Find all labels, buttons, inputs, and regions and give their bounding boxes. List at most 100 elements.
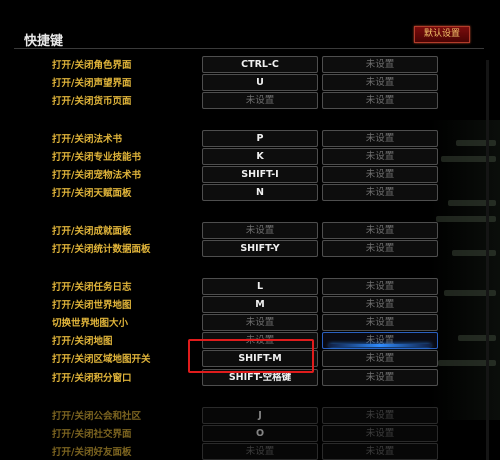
primary-key-button[interactable]: SHIFT-Y: [202, 240, 318, 257]
binding-label: 打开/关闭专业技能书: [52, 152, 141, 163]
key-text: 未设置: [365, 428, 395, 439]
title-divider: [14, 48, 484, 49]
key-text: SHIFT-I: [241, 169, 279, 180]
key-text: SHIFT-Y: [240, 243, 280, 254]
secondary-key-button[interactable]: 未设置: [322, 184, 438, 201]
binding-label: 打开/关闭好友面板: [52, 447, 132, 458]
secondary-key-button[interactable]: 未设置: [322, 240, 438, 257]
key-text: 未设置: [365, 410, 395, 421]
primary-key-button[interactable]: J: [202, 407, 318, 424]
primary-key-button[interactable]: 未设置: [202, 92, 318, 109]
binding-row: 打开/关闭天赋面板 N 未设置: [0, 184, 500, 201]
primary-key-button[interactable]: N: [202, 184, 318, 201]
key-text: SHIFT-空格键: [228, 372, 292, 383]
secondary-key-button[interactable]: 未设置: [322, 407, 438, 424]
primary-key-button[interactable]: 未设置: [202, 222, 318, 239]
binding-label: 打开/关闭成就面板: [52, 226, 132, 237]
primary-key-button[interactable]: U: [202, 74, 318, 91]
primary-key-button[interactable]: CTRL-C: [202, 56, 318, 73]
secondary-key-button[interactable]: 未设置: [322, 443, 438, 460]
key-text: K: [256, 151, 264, 162]
secondary-key-button[interactable]: 未设置: [322, 92, 438, 109]
key-text: U: [256, 77, 264, 88]
binding-label: 打开/关闭区域地图开关: [52, 354, 151, 365]
key-text: 未设置: [245, 95, 275, 106]
key-text: N: [256, 187, 264, 198]
primary-key-button[interactable]: O: [202, 425, 318, 442]
primary-key-button[interactable]: P: [202, 130, 318, 147]
secondary-key-button[interactable]: 未设置: [322, 130, 438, 147]
primary-key-button[interactable]: 未设置: [202, 443, 318, 460]
primary-key-button[interactable]: SHIFT-I: [202, 166, 318, 183]
binding-row: 切换世界地图大小 未设置 未设置: [0, 314, 500, 331]
secondary-key-button[interactable]: 未设置: [322, 166, 438, 183]
binding-label: 打开/关闭地图: [52, 336, 113, 347]
binding-label: 打开/关闭角色界面: [52, 60, 132, 71]
key-text: 未设置: [365, 187, 395, 198]
binding-row: 打开/关闭社交界面 O 未设置: [0, 425, 500, 442]
key-text: O: [255, 428, 265, 439]
key-text: 未设置: [245, 446, 275, 457]
binding-row: 打开/关闭声望界面 U 未设置: [0, 74, 500, 91]
primary-key-button[interactable]: M: [202, 296, 318, 313]
key-text: CTRL-C: [241, 59, 279, 70]
primary-key-button[interactable]: L: [202, 278, 318, 295]
key-text: J: [258, 410, 262, 421]
key-text: 未设置: [365, 372, 395, 383]
binding-label: 切换世界地图大小: [52, 318, 129, 329]
binding-label: 打开/关闭法术书: [52, 134, 122, 145]
secondary-key-button[interactable]: 未设置: [322, 369, 438, 386]
binding-label: 打开/关闭货币页面: [52, 96, 132, 107]
key-text: P: [256, 133, 264, 144]
key-text: 未设置: [365, 77, 395, 88]
key-text: 未设置: [365, 353, 395, 364]
key-text: 未设置: [365, 446, 395, 457]
binding-label: 打开/关闭积分窗口: [52, 373, 132, 384]
binding-row: 打开/关闭任务日志 L 未设置: [0, 278, 500, 295]
secondary-key-button[interactable]: 未设置: [322, 314, 438, 331]
binding-row: 打开/关闭成就面板 未设置 未设置: [0, 222, 500, 239]
scrollbar[interactable]: [486, 60, 489, 460]
secondary-key-button[interactable]: 未设置: [322, 74, 438, 91]
annotation-highlight-box: [188, 339, 314, 373]
selection-indicator: [329, 344, 431, 347]
binding-label: 打开/关闭天赋面板: [52, 188, 132, 199]
secondary-key-button[interactable]: 未设置: [322, 332, 438, 349]
binding-label: 打开/关闭社交界面: [52, 429, 132, 440]
key-text: M: [255, 299, 265, 310]
key-text: 未设置: [245, 317, 275, 328]
secondary-key-button[interactable]: 未设置: [322, 56, 438, 73]
key-text: 未设置: [365, 59, 395, 70]
secondary-key-button[interactable]: 未设置: [322, 425, 438, 442]
binding-label: 打开/关闭宠物法术书: [52, 170, 141, 181]
primary-key-button[interactable]: K: [202, 148, 318, 165]
secondary-key-button[interactable]: 未设置: [322, 222, 438, 239]
key-text: 未设置: [365, 281, 395, 292]
binding-label: 打开/关闭任务日志: [52, 282, 132, 293]
secondary-key-button[interactable]: 未设置: [322, 350, 438, 367]
secondary-key-button[interactable]: 未设置: [322, 148, 438, 165]
key-text: 未设置: [245, 225, 275, 236]
panel-title: 快捷键: [24, 34, 64, 49]
primary-key-button[interactable]: 未设置: [202, 314, 318, 331]
key-text: 未设置: [365, 299, 395, 310]
key-text: 未设置: [365, 95, 395, 106]
binding-row: 打开/关闭宠物法术书 SHIFT-I 未设置: [0, 166, 500, 183]
key-text: 未设置: [365, 243, 395, 254]
secondary-key-button[interactable]: 未设置: [322, 278, 438, 295]
key-text: 未设置: [365, 317, 395, 328]
secondary-key-button[interactable]: 未设置: [322, 296, 438, 313]
binding-row: 打开/关闭世界地图 M 未设置: [0, 296, 500, 313]
binding-row: 打开/关闭货币页面 未设置 未设置: [0, 92, 500, 109]
binding-row: 打开/关闭法术书 P 未设置: [0, 130, 500, 147]
binding-row: 打开/关闭统计数据面板 SHIFT-Y 未设置: [0, 240, 500, 257]
binding-label: 打开/关闭声望界面: [52, 78, 132, 89]
binding-row: 打开/关闭公会和社区 J 未设置: [0, 407, 500, 424]
binding-label: 打开/关闭统计数据面板: [52, 244, 151, 255]
key-text: L: [256, 281, 264, 292]
binding-row: 打开/关闭好友面板 未设置 未设置: [0, 443, 500, 460]
binding-label: 打开/关闭公会和社区: [52, 411, 141, 422]
key-text: 未设置: [365, 225, 395, 236]
key-text: 未设置: [365, 133, 395, 144]
default-settings-button[interactable]: 默认设置: [414, 26, 470, 43]
